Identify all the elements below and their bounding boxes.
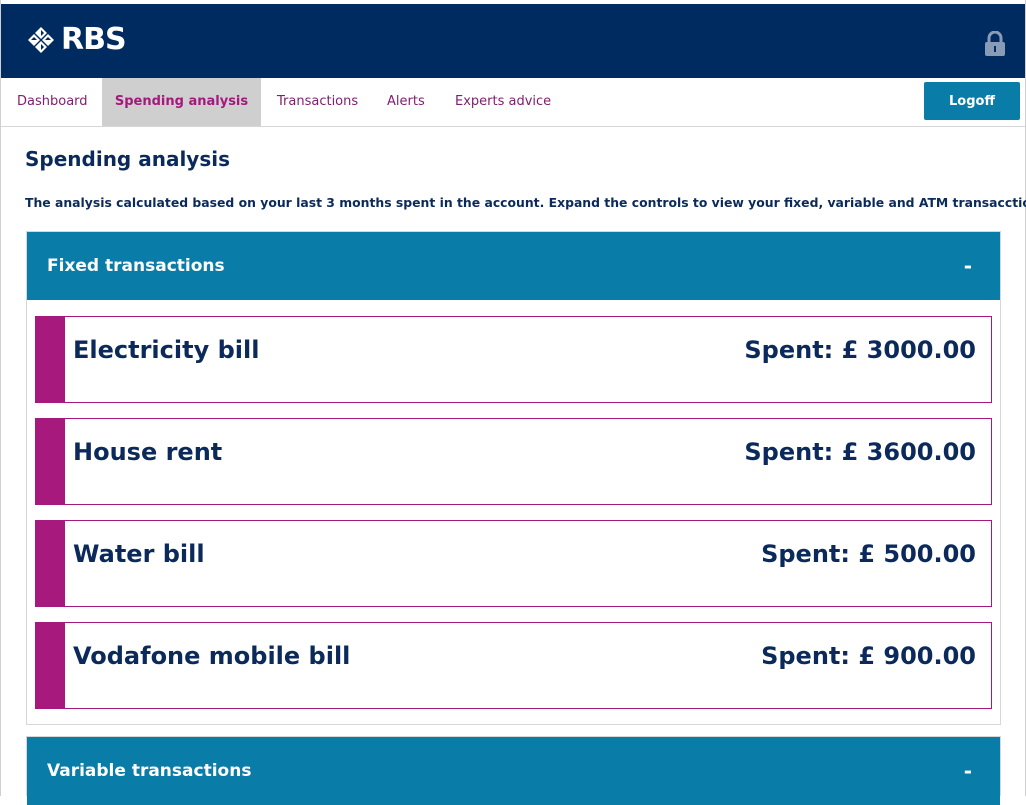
- brand-header: RBS: [1, 4, 1025, 78]
- fixed-transactions-header[interactable]: Fixed transactions -: [27, 232, 1000, 300]
- collapse-toggle[interactable]: -: [964, 737, 972, 805]
- transaction-name: House rent: [73, 438, 223, 466]
- lock-icon[interactable]: [984, 31, 1006, 57]
- page-title: Spending analysis: [25, 147, 230, 171]
- brand-name: RBS: [61, 22, 127, 57]
- intro-text: The analysis calculated based on your la…: [25, 195, 1026, 210]
- transaction-card[interactable]: Electricity bill Spent: £ 3000.00: [35, 316, 992, 403]
- rbs-logo[interactable]: RBS: [26, 22, 127, 57]
- nav-transactions[interactable]: Transactions: [277, 78, 358, 126]
- variable-transactions-header[interactable]: Variable transactions -: [27, 737, 1000, 805]
- transaction-amount: Spent: £ 900.00: [761, 642, 976, 670]
- transaction-name: Vodafone mobile bill: [73, 642, 351, 670]
- nav-experts-advice[interactable]: Experts advice: [455, 78, 551, 126]
- transaction-amount: Spent: £ 500.00: [761, 540, 976, 568]
- main-nav: Dashboard Spending analysis Transactions…: [1, 78, 1025, 127]
- fixed-transactions-panel: Fixed transactions - Electricity bill Sp…: [26, 231, 1001, 725]
- nav-dashboard[interactable]: Dashboard: [17, 78, 88, 126]
- transaction-name: Water bill: [73, 540, 205, 568]
- card-accent: [36, 419, 65, 504]
- variable-transactions-panel: Variable transactions -: [26, 736, 1001, 805]
- collapse-toggle[interactable]: -: [964, 232, 972, 300]
- app-frame: RBS Dashboard Spending analysis Transact…: [0, 0, 1026, 805]
- nav-alerts[interactable]: Alerts: [387, 78, 425, 126]
- panel-title: Fixed transactions: [47, 256, 225, 276]
- card-accent: [36, 623, 65, 708]
- logoff-button[interactable]: Logoff: [924, 82, 1020, 120]
- transaction-amount: Spent: £ 3000.00: [744, 336, 976, 364]
- card-accent: [36, 317, 65, 402]
- card-accent: [36, 521, 65, 606]
- nav-spending-analysis[interactable]: Spending analysis: [102, 78, 261, 126]
- rbs-daisy-wheel-icon: [28, 27, 54, 53]
- transaction-card[interactable]: House rent Spent: £ 3600.00: [35, 418, 992, 505]
- transaction-name: Electricity bill: [73, 336, 260, 364]
- transaction-card[interactable]: Vodafone mobile bill Spent: £ 900.00: [35, 622, 992, 709]
- transaction-card[interactable]: Water bill Spent: £ 500.00: [35, 520, 992, 607]
- panel-title: Variable transactions: [47, 761, 252, 781]
- transaction-amount: Spent: £ 3600.00: [744, 438, 976, 466]
